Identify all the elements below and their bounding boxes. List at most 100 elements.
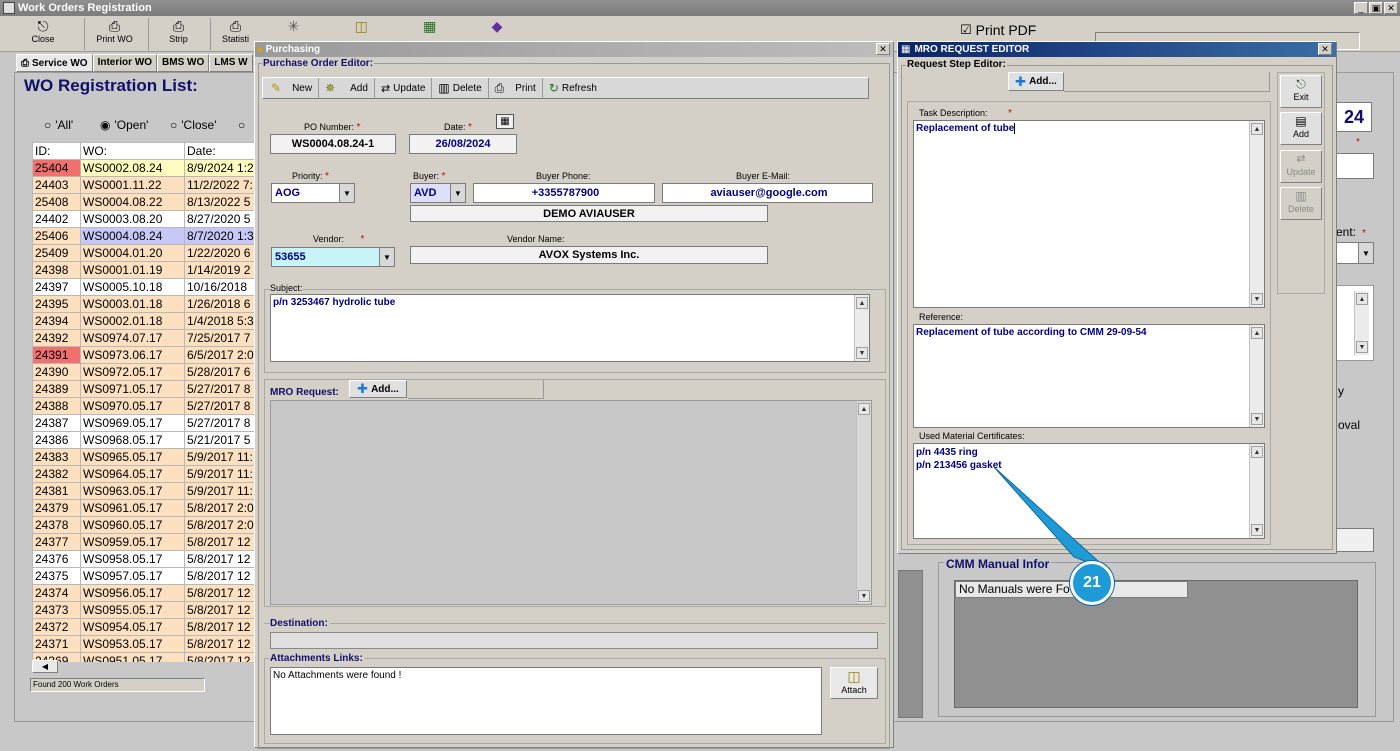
subject-textarea[interactable]: p/n 3253467 hydrolic tube ▲ ▼ <box>270 294 870 362</box>
po-new-button[interactable]: ✎ New <box>263 78 320 98</box>
wo-list-hscroll[interactable]: ◀ <box>32 660 58 673</box>
scroll-up-icon[interactable]: ▲ <box>1356 293 1368 305</box>
table-row[interactable]: 24382 WS0964.05.17 5/9/2017 11: <box>32 465 258 483</box>
buyer-select[interactable]: AVD ▼ <box>410 183 466 203</box>
table-row[interactable]: 25404 WS0002.08.24 8/9/2024 1:2 <box>32 159 258 177</box>
table-row[interactable]: 24402 WS0003.08.20 8/27/2020 5 <box>32 210 258 228</box>
restore-button[interactable]: ▣ <box>1369 2 1383 14</box>
destination-field[interactable] <box>270 632 878 649</box>
table-row[interactable]: 24372 WS0954.05.17 5/8/2017 12 <box>32 618 258 636</box>
purchasing-close-button[interactable]: ✕ <box>876 43 890 55</box>
table-row[interactable]: 24391 WS0973.06.17 6/5/2017 2:0 <box>32 346 258 364</box>
table-row[interactable]: 25408 WS0004.08.22 8/13/2022 5 <box>32 193 258 211</box>
po-update-button[interactable]: ⇄ Update <box>375 78 433 98</box>
filter-close[interactable]: ○ 'Close' <box>170 118 217 132</box>
table-row[interactable]: 24387 WS0969.05.17 5/27/2017 8 <box>32 414 258 432</box>
scroll-up-icon[interactable]: ▲ <box>1251 123 1263 135</box>
filter-open[interactable]: ◉ 'Open' <box>100 118 148 132</box>
tab-lms-wo[interactable]: LMS W <box>209 54 253 72</box>
attach-icon[interactable]: ◫ <box>355 18 368 40</box>
calendar-icon[interactable]: ▦ <box>496 114 514 129</box>
table-row[interactable]: 24388 WS0970.05.17 5/27/2017 8 <box>32 397 258 415</box>
right-text-field[interactable] <box>1336 153 1374 179</box>
table-row[interactable]: 24373 WS0955.05.17 5/8/2017 12 <box>32 601 258 619</box>
minimize-button[interactable]: _ <box>1354 2 1368 14</box>
table-row[interactable]: 25409 WS0004.01.20 1/22/2020 6 <box>32 244 258 262</box>
table-row[interactable]: 24378 WS0960.05.17 5/8/2017 2:0 <box>32 516 258 534</box>
toolbar-strip-button[interactable]: ⎙ Strip <box>148 18 208 50</box>
table-row[interactable]: 24403 WS0001.11.22 11/2/2022 7: <box>32 176 258 194</box>
toolbar-printwo-button[interactable]: ⎙ Print WO <box>84 18 144 50</box>
scroll-up-icon[interactable]: ▲ <box>1251 327 1263 339</box>
po-refresh-button[interactable]: ↻ Refresh <box>543 78 603 98</box>
asterisk-icon[interactable]: ✳ <box>288 18 300 40</box>
po-delete-button[interactable]: ▥ Delete <box>432 78 489 98</box>
table-row[interactable]: 24371 WS0953.05.17 5/8/2017 12 <box>32 635 258 653</box>
date-field[interactable]: 26/08/2024 <box>409 134 517 154</box>
table-row[interactable]: 24398 WS0001.01.19 1/14/2019 2 <box>32 261 258 279</box>
tab-service-wo[interactable]: ⎙ Service WO <box>16 54 93 72</box>
filter-all[interactable]: ○ 'All' <box>44 118 73 132</box>
table-row[interactable]: 24377 WS0959.05.17 5/8/2017 12 <box>32 533 258 551</box>
table-row[interactable]: 25406 WS0004.08.24 8/7/2020 1:3 <box>32 227 258 245</box>
task-description-textarea[interactable]: Replacement of tube ▲ ▼ <box>913 120 1265 308</box>
mro-request-list[interactable]: ▲ ▼ <box>270 400 872 605</box>
column-header-date[interactable]: Date: <box>184 142 258 160</box>
table-row[interactable]: 24375 WS0957.05.17 5/8/2017 12 <box>32 567 258 585</box>
tab-bms-wo[interactable]: BMS WO <box>157 54 210 72</box>
column-header-id[interactable]: ID: <box>32 142 81 160</box>
mro-add-side-button[interactable]: ▤ Add <box>1280 112 1322 145</box>
table-row[interactable]: 24394 WS0002.01.18 1/4/2018 5:3 <box>32 312 258 330</box>
toolbar-statistics-button[interactable]: ⎙ Statisti <box>210 18 260 50</box>
step-add-button[interactable]: ✚ Add... <box>1008 72 1064 91</box>
chevron-down-icon: ▼ <box>339 184 354 202</box>
scroll-down-icon[interactable]: ▼ <box>1251 524 1263 536</box>
wo-list-table[interactable]: ID: WO: Date: 25404 WS0002.08.24 8/9/2024 … <box>32 142 258 662</box>
table-row[interactable]: 24392 WS0974.07.17 7/25/2017 7 <box>32 329 258 347</box>
table-row[interactable]: 24390 WS0972.05.17 5/28/2017 6 <box>32 363 258 381</box>
table-cell-wo: WS0953.05.17 <box>80 635 185 653</box>
table-row[interactable]: 24389 WS0971.05.17 5/27/2017 8 <box>32 380 258 398</box>
right-dropdown[interactable]: ▼ <box>1336 242 1374 264</box>
table-row[interactable]: 24379 WS0961.05.17 5/8/2017 2:0 <box>32 499 258 517</box>
po-print-button[interactable]: ⎙ Print <box>489 78 543 98</box>
print-pdf-checkbox[interactable]: ☑ Print PDF <box>960 22 1036 38</box>
scroll-down-icon[interactable]: ▼ <box>856 347 868 359</box>
table-cell-wo: WS0954.05.17 <box>80 618 185 636</box>
reference-textarea[interactable]: Replacement of tube according to CMM 29-… <box>913 324 1265 428</box>
scroll-up-icon[interactable]: ▲ <box>1251 446 1263 458</box>
table-row[interactable]: 24383 WS0965.05.17 5/9/2017 11: <box>32 448 258 466</box>
column-header-wo[interactable]: WO: <box>80 142 185 160</box>
priority-select[interactable]: AOG ▼ <box>271 183 355 203</box>
buyer-email-field[interactable]: aviauser@google.com <box>662 183 873 203</box>
close-window-button[interactable]: ✕ <box>1384 2 1398 14</box>
scroll-up-icon[interactable]: ▲ <box>856 297 868 309</box>
scroll-down-icon[interactable]: ▼ <box>1356 341 1368 353</box>
scroll-down-icon[interactable]: ▼ <box>1251 293 1263 305</box>
table-row[interactable]: 24397 WS0005.10.18 10/16/2018 <box>32 278 258 296</box>
toolbar-close-button[interactable]: ⎋ Close <box>18 18 68 50</box>
scroll-up-icon[interactable]: ▲ <box>858 403 870 415</box>
scroll-down-icon[interactable]: ▼ <box>858 590 870 602</box>
mro-delete-button[interactable]: ▥ Delete <box>1280 187 1322 220</box>
table-row[interactable]: 24381 WS0963.05.17 5/9/2017 11: <box>32 482 258 500</box>
table-row[interactable]: 24376 WS0958.05.17 5/8/2017 12 <box>32 550 258 568</box>
mro-update-button[interactable]: ⇄ Update <box>1280 150 1322 183</box>
po-add-button[interactable]: ✵ Add <box>319 78 375 98</box>
scroll-down-icon[interactable]: ▼ <box>1251 413 1263 425</box>
tab-interior-wo[interactable]: Interior WO <box>92 54 158 72</box>
table-row[interactable]: 24374 WS0956.05.17 5/8/2017 12 <box>32 584 258 602</box>
vendor-select[interactable]: 53655 ▼ <box>271 247 395 267</box>
mro-editor-close-button[interactable]: ✕ <box>1318 43 1332 55</box>
mro-exit-button[interactable]: ⎋ Exit <box>1280 75 1322 108</box>
gem-icon[interactable]: ◆ <box>492 18 503 40</box>
attachments-list[interactable]: No Attachments were found ! <box>270 667 822 735</box>
mro-add-button[interactable]: ✚ Add... <box>349 380 407 398</box>
attach-button[interactable]: ◫ Attach <box>830 667 878 699</box>
spreadsheet-icon[interactable]: ▦ <box>423 18 436 40</box>
table-row[interactable]: 24369 WS0951.05.17 5/8/2017 12 <box>32 652 258 662</box>
filter-more[interactable]: ○ <box>238 118 245 132</box>
table-row[interactable]: 24386 WS0968.05.17 5/21/2017 5 <box>32 431 258 449</box>
buyer-phone-field[interactable]: +3355787900 <box>473 183 655 203</box>
table-row[interactable]: 24395 WS0003.01.18 1/26/2018 6 <box>32 295 258 313</box>
